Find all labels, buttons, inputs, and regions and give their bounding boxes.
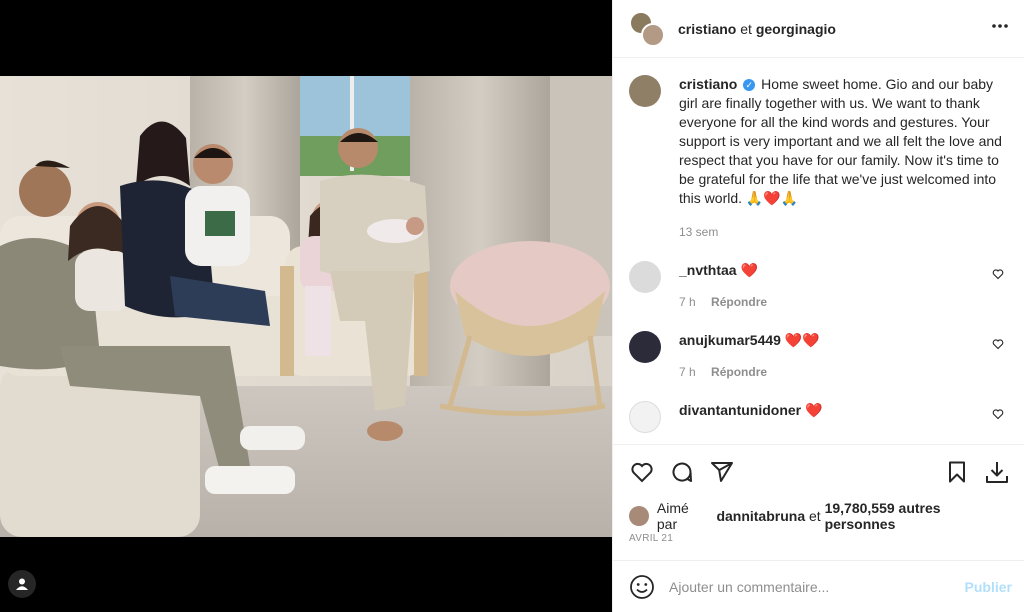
reply-button[interactable]: Répondre	[711, 295, 767, 309]
comment-text: ❤️	[805, 402, 823, 418]
comment-line: _nvthtaa ❤️	[679, 261, 992, 279]
heart-outline-icon	[992, 409, 1004, 420]
post-caption: cristiano ✓ Home sweet home. Gio and our…	[629, 75, 1008, 208]
avatar[interactable]	[629, 75, 661, 107]
publish-button[interactable]: Publier	[965, 579, 1012, 595]
instagram-post-viewer: cristiano et georginagio cristiano ✓ Hom…	[0, 0, 1024, 612]
comment-body: _nvthtaa ❤️ 7 h Répondre	[679, 261, 992, 309]
comment-input[interactable]	[669, 578, 965, 595]
comment-meta: 7 h Répondre	[679, 295, 992, 309]
comment-body: anujkumar5449 ❤️❤️ 7 h Répondre	[679, 331, 992, 379]
more-options-icon[interactable]	[990, 16, 1010, 41]
tagged-users-button[interactable]	[8, 570, 36, 598]
paper-plane-icon	[711, 461, 733, 482]
comment-text: ❤️	[740, 262, 758, 278]
comment-time[interactable]: 7 h	[679, 365, 696, 379]
family-photo	[0, 76, 612, 537]
heart-icon	[631, 462, 653, 482]
comment-body: divantantunidoner ❤️	[679, 401, 992, 419]
emoji-picker-button[interactable]	[629, 574, 655, 600]
comment-composer: Publier	[613, 560, 1024, 612]
comment-icon	[672, 462, 692, 482]
comment-like-button[interactable]	[992, 337, 1008, 355]
like-button[interactable]	[627, 457, 657, 487]
comment-like-button[interactable]	[992, 267, 1008, 285]
post-header: cristiano et georginagio	[613, 0, 1024, 58]
share-button[interactable]	[707, 457, 737, 487]
verified-badge-icon: ✓	[743, 79, 756, 91]
caption-username[interactable]: cristiano	[679, 76, 737, 92]
comment-item: _nvthtaa ❤️ 7 h Répondre	[629, 261, 1008, 309]
comment-text: ❤️❤️	[784, 332, 820, 348]
likes-connector: et	[809, 508, 821, 524]
comment-username[interactable]: _nvthtaa	[679, 262, 737, 278]
more-horizontal-icon	[992, 24, 1008, 28]
post-date[interactable]: AVRIL 21	[629, 533, 673, 544]
emoji-icon	[630, 574, 654, 599]
likes-summary: Aimé par dannitabruna et 19,780,559 autr…	[629, 500, 1014, 532]
caption-timestamp[interactable]: 13 sem	[679, 225, 1008, 239]
download-button[interactable]	[982, 457, 1012, 487]
avatar[interactable]	[629, 506, 649, 526]
avatar[interactable]	[629, 261, 661, 293]
comment-item: anujkumar5449 ❤️❤️ 7 h Répondre	[629, 331, 1008, 379]
post-media[interactable]	[0, 0, 612, 612]
comment-line: anujkumar5449 ❤️❤️	[679, 331, 992, 349]
caption-body: Home sweet home. Gio and our baby girl a…	[679, 76, 1002, 206]
comment-meta: 7 h Répondre	[679, 365, 992, 379]
comment-username[interactable]: divantantunidoner	[679, 402, 801, 418]
caption-text: cristiano ✓ Home sweet home. Gio and our…	[679, 75, 1008, 208]
post-photo[interactable]	[0, 76, 612, 537]
author-connector: et	[740, 20, 752, 37]
comment-time[interactable]: 7 h	[679, 295, 696, 309]
comment-username[interactable]: anujkumar5449	[679, 332, 781, 348]
download-icon	[986, 461, 1008, 483]
comment-item: divantantunidoner ❤️	[629, 401, 1008, 433]
user-icon	[16, 578, 28, 590]
comment-button[interactable]	[667, 457, 697, 487]
author-avatars[interactable]	[629, 10, 665, 47]
author-username-secondary[interactable]: georginagio	[756, 21, 836, 37]
post-actions-bar	[613, 444, 1024, 498]
reply-button[interactable]: Répondre	[711, 365, 767, 379]
save-button[interactable]	[942, 457, 972, 487]
avatar[interactable]	[629, 331, 661, 363]
comment-line: divantantunidoner ❤️	[679, 401, 992, 419]
likes-others[interactable]: 19,780,559 autres personnes	[825, 500, 1014, 532]
avatar[interactable]	[629, 401, 661, 433]
post-authors: cristiano et georginagio	[678, 21, 990, 37]
heart-outline-icon	[992, 269, 1004, 280]
comment-like-button[interactable]	[992, 407, 1008, 425]
post-side-panel: cristiano et georginagio cristiano ✓ Hom…	[612, 0, 1024, 612]
avatar[interactable]	[641, 22, 665, 47]
author-username-primary[interactable]: cristiano	[678, 21, 736, 37]
likes-user[interactable]: dannitabruna	[716, 508, 805, 524]
comments-scroll-area[interactable]: cristiano ✓ Home sweet home. Gio and our…	[613, 59, 1024, 443]
likes-prefix: Aimé par	[656, 500, 689, 532]
heart-outline-icon	[992, 339, 1004, 350]
bookmark-icon	[949, 461, 965, 482]
